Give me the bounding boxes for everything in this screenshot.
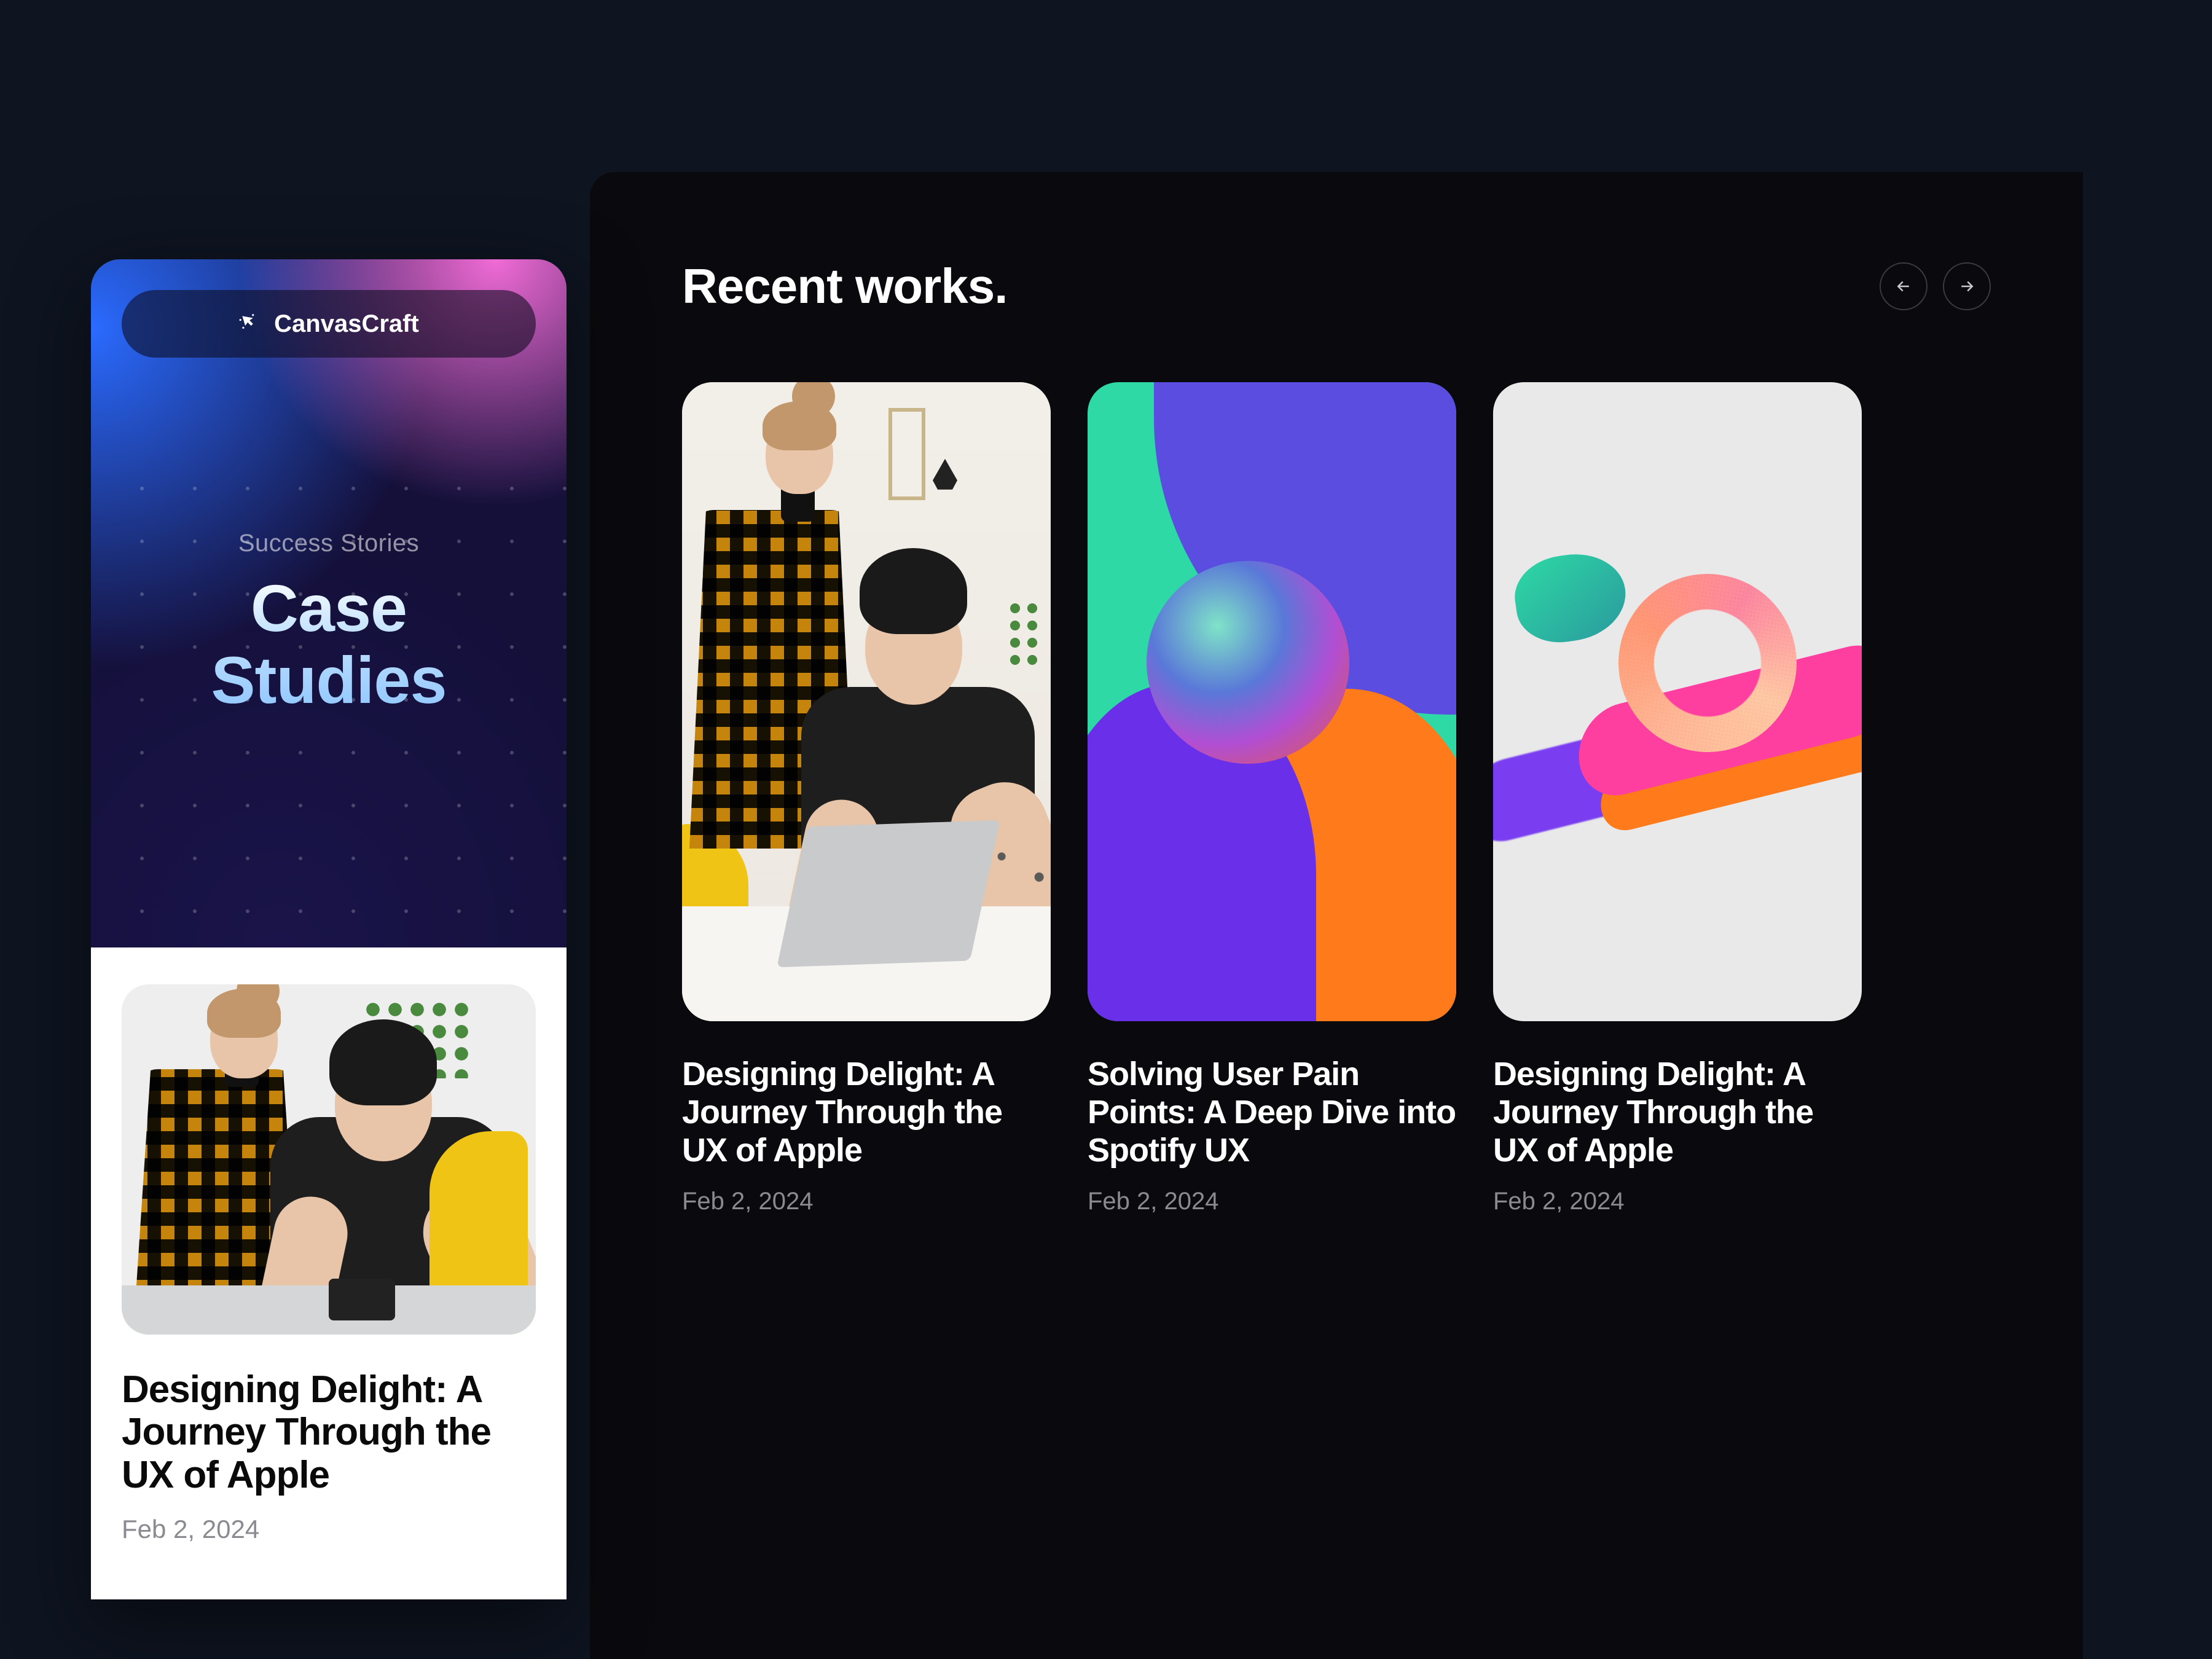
carousel-nav [1880, 262, 1991, 310]
arrow-left-icon [1894, 277, 1913, 296]
cards-row: Designing Delight: A Journey Through the… [682, 382, 1991, 1215]
hero-title: Case Studies [91, 573, 567, 716]
card-title: Designing Delight: A Journey Through the… [1493, 1055, 1862, 1169]
hero-title-line: Studies [211, 643, 446, 717]
cursor-click-icon [238, 312, 262, 335]
arrow-right-icon [1958, 277, 1976, 296]
card-date: Feb 2, 2024 [682, 1188, 1051, 1215]
section-title: Recent works. [682, 258, 1007, 315]
card-image [122, 984, 536, 1335]
eyebrow: Success Stories [91, 530, 567, 557]
work-card[interactable]: Designing Delight: A Journey Through the… [682, 382, 1051, 1215]
card-image [682, 382, 1051, 1021]
recent-works-panel: Recent works. [590, 172, 2083, 1659]
next-button[interactable] [1943, 262, 1991, 310]
card-image [1493, 382, 1862, 1021]
card-date: Feb 2, 2024 [1493, 1188, 1862, 1215]
card-title: Solving User Pain Points: A Deep Dive in… [1088, 1055, 1456, 1169]
panel-header: Recent works. [682, 258, 1991, 315]
card-title: Designing Delight: A Journey Through the… [122, 1368, 536, 1496]
card-date: Feb 2, 2024 [1088, 1188, 1456, 1215]
card-image [1088, 382, 1456, 1021]
mobile-preview-panel: CanvasCraft Success Stories Case Studies [91, 259, 567, 1599]
card-date: Feb 2, 2024 [122, 1515, 536, 1544]
hero-title-line: Case [251, 571, 407, 645]
work-card[interactable]: Solving User Pain Points: A Deep Dive in… [1088, 382, 1456, 1215]
card-title: Designing Delight: A Journey Through the… [682, 1055, 1051, 1169]
brand-name: CanvasCraft [274, 310, 419, 338]
brand-pill[interactable]: CanvasCraft [122, 290, 536, 358]
hero: CanvasCraft Success Stories Case Studies [91, 259, 567, 947]
prev-button[interactable] [1880, 262, 1928, 310]
work-card[interactable]: Designing Delight: A Journey Through the… [1493, 382, 1862, 1215]
mobile-card[interactable]: Designing Delight: A Journey Through the… [91, 947, 567, 1599]
